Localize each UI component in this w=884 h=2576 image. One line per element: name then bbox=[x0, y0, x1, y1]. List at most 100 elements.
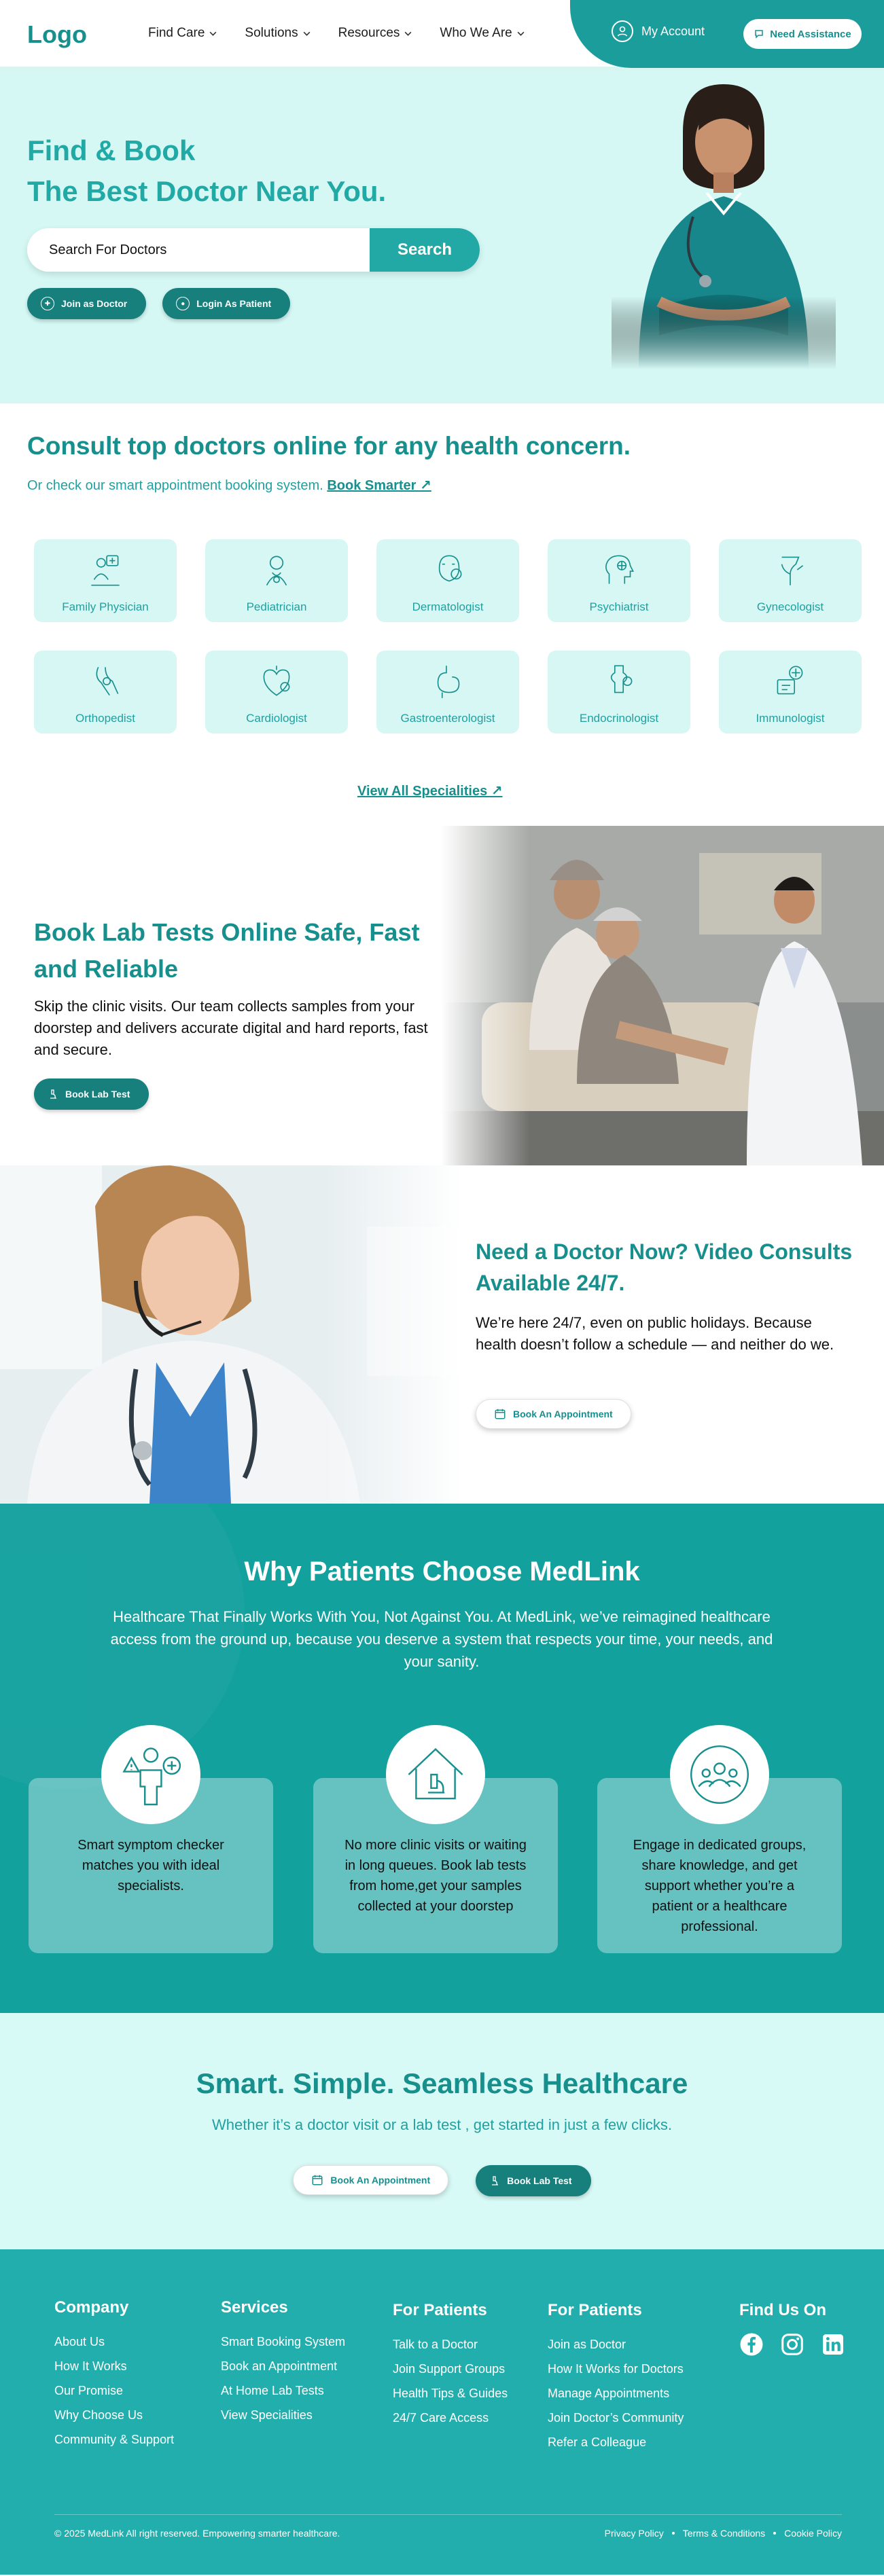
footer-link[interactable]: Talk to a Doctor bbox=[393, 2332, 508, 2357]
join-as-doctor-button[interactable]: ✚ Join as Doctor bbox=[27, 288, 147, 319]
footer-heading: For Patients bbox=[548, 2301, 642, 2319]
legal-links: Privacy Policy Terms & Conditions Cookie… bbox=[605, 2528, 842, 2539]
book-appointment-button[interactable]: Book An Appointment bbox=[476, 1399, 631, 1429]
footer-heading: Company bbox=[54, 2298, 129, 2317]
need-assistance-button[interactable]: Need Assistance bbox=[743, 19, 862, 49]
footer-link[interactable]: Join Doctor’s Community bbox=[548, 2406, 684, 2430]
footer-link[interactable]: Join as Doctor bbox=[548, 2332, 684, 2357]
nav-label: Resources bbox=[338, 26, 400, 40]
footer-link[interactable]: Our Promise bbox=[54, 2378, 174, 2403]
feature-text: No more clinic visits or waiting in long… bbox=[344, 1838, 527, 1914]
book-smarter-link[interactable]: Book Smarter ↗ bbox=[327, 478, 431, 493]
cta-title: Smart. Simple. Seamless Healthcare bbox=[196, 2067, 688, 2099]
speciality-label: Immunologist bbox=[756, 712, 825, 725]
instagram-icon[interactable] bbox=[780, 2332, 805, 2357]
specialities-title: Consult top doctors online for any healt… bbox=[27, 432, 631, 460]
copyright: © 2025 MedLink All right reserved. Empow… bbox=[54, 2528, 340, 2539]
nav-resources[interactable]: Resources bbox=[338, 26, 413, 41]
site-header: Logo Find Care Solutions Resources Who W… bbox=[0, 0, 884, 71]
speciality-card-family-physician[interactable]: Family Physician bbox=[34, 539, 177, 622]
facebook-icon[interactable] bbox=[739, 2332, 764, 2357]
footer-link[interactable]: Smart Booking System bbox=[221, 2329, 345, 2354]
terms-link[interactable]: Terms & Conditions bbox=[683, 2528, 765, 2539]
footer-link[interactable]: Community & Support bbox=[54, 2427, 174, 2452]
footer-heading: Find Us On bbox=[739, 2301, 826, 2319]
speciality-card-gynecologist[interactable]: Gynecologist bbox=[719, 539, 862, 622]
footer-link[interactable]: How It Works for Doctors bbox=[548, 2357, 684, 2381]
button-label: Book Lab Test bbox=[65, 1089, 130, 1100]
book-lab-test-button[interactable]: Book Lab Test bbox=[34, 1078, 149, 1110]
linkedin-icon[interactable] bbox=[821, 2332, 845, 2357]
nav-who-we-are[interactable]: Who We Are bbox=[440, 26, 525, 41]
footer-heading: Services bbox=[221, 2298, 288, 2317]
separator-dot bbox=[773, 2532, 777, 2535]
chevron-down-icon bbox=[517, 31, 525, 36]
speciality-card-cardiologist[interactable]: Cardiologist bbox=[205, 651, 348, 733]
button-label: Book Lab Test bbox=[507, 2175, 572, 2186]
family-physician-icon bbox=[91, 555, 120, 586]
footer-link[interactable]: Book an Appointment bbox=[221, 2354, 345, 2378]
footer-heading: For Patients bbox=[393, 2301, 487, 2319]
footer-link[interactable]: How It Works bbox=[54, 2354, 174, 2378]
my-account-link[interactable]: My Account bbox=[612, 20, 705, 42]
cta-book-appointment-button[interactable]: Book An Appointment bbox=[293, 2165, 449, 2195]
speciality-card-psychiatrist[interactable]: Psychiatrist bbox=[548, 539, 690, 622]
footer-link[interactable]: Manage Appointments bbox=[548, 2381, 684, 2406]
speciality-label: Dermatologist bbox=[412, 600, 484, 613]
user-icon bbox=[612, 20, 633, 42]
separator-dot bbox=[671, 2532, 675, 2535]
footer-link[interactable]: Join Support Groups bbox=[393, 2357, 508, 2381]
doctor-search-bar: Search bbox=[27, 228, 480, 272]
nav-label: Find Care bbox=[148, 26, 205, 40]
search-button[interactable]: Search bbox=[370, 228, 480, 272]
footer-link[interactable]: Why Choose Us bbox=[54, 2403, 174, 2427]
why-choose-section: Why Patients Choose MedLink Healthcare T… bbox=[0, 1504, 884, 2013]
cta-book-lab-test-button[interactable]: Book Lab Test bbox=[476, 2165, 591, 2196]
calendar-icon bbox=[495, 1409, 506, 1419]
speciality-card-endocrinologist[interactable]: Endocrinologist bbox=[548, 651, 690, 733]
feature-text: Engage in dedicated groups, share knowle… bbox=[633, 1838, 807, 1934]
speciality-card-gastroenterologist[interactable]: Gastroenterologist bbox=[376, 651, 519, 733]
cta-subtitle: Whether it’s a doctor visit or a lab tes… bbox=[212, 2116, 672, 2133]
doctor-icon: ✚ bbox=[41, 297, 54, 310]
view-all-specialities-link[interactable]: View All Specialities ↗ bbox=[357, 782, 503, 799]
video-button-wrap: Book An Appointment bbox=[476, 1399, 631, 1429]
nav-find-care[interactable]: Find Care bbox=[148, 26, 217, 41]
speciality-label: Family Physician bbox=[62, 600, 149, 613]
microscope-icon bbox=[492, 2176, 499, 2185]
main-nav: Find Care Solutions Resources Who We Are bbox=[148, 26, 552, 41]
cta-actions: Book An Appointment Book Lab Test bbox=[0, 2165, 884, 2196]
hero-actions: ✚ Join as Doctor ● Login As Patient bbox=[27, 288, 291, 319]
speciality-card-pediatrician[interactable]: Pediatrician bbox=[205, 539, 348, 622]
why-subtitle: Healthcare That Finally Works With You, … bbox=[110, 1608, 773, 1670]
speciality-card-immunologist[interactable]: Immunologist bbox=[719, 651, 862, 733]
speciality-card-orthopedist[interactable]: Orthopedist bbox=[34, 651, 177, 733]
cookie-policy-link[interactable]: Cookie Policy bbox=[784, 2528, 842, 2539]
dermatologist-icon bbox=[438, 555, 462, 582]
button-label: Login As Patient bbox=[196, 298, 272, 309]
footer-col-patients: For Patients Talk to a Doctor Join Suppo… bbox=[393, 2301, 508, 2430]
privacy-policy-link[interactable]: Privacy Policy bbox=[605, 2528, 664, 2539]
footer-col-social: Find Us On bbox=[739, 2301, 845, 2357]
symptom-checker-icon bbox=[101, 1725, 200, 1824]
search-input[interactable] bbox=[27, 228, 370, 272]
footer-link[interactable]: Refer a Colleague bbox=[548, 2430, 684, 2454]
footer-divider bbox=[54, 2514, 842, 2515]
home-sample-collection-image bbox=[441, 826, 884, 1165]
subtitle-text: Or check our smart appointment booking s… bbox=[27, 478, 323, 493]
button-label: Book An Appointment bbox=[513, 1409, 613, 1419]
pediatrician-icon bbox=[266, 556, 287, 586]
video-text-block: Need a Doctor Now? Video Consults Availa… bbox=[476, 1236, 856, 1356]
footer-link[interactable]: Health Tips & Guides bbox=[393, 2381, 508, 2406]
speciality-card-dermatologist[interactable]: Dermatologist bbox=[376, 539, 519, 622]
footer-link[interactable]: About Us bbox=[54, 2329, 174, 2354]
footer-link[interactable]: View Specialities bbox=[221, 2403, 345, 2427]
login-as-patient-button[interactable]: ● Login As Patient bbox=[162, 288, 291, 319]
footer-link[interactable]: At Home Lab Tests bbox=[221, 2378, 345, 2403]
social-links bbox=[739, 2332, 845, 2357]
nav-solutions[interactable]: Solutions bbox=[245, 26, 311, 41]
nav-label: Who We Are bbox=[440, 26, 512, 40]
chevron-down-icon bbox=[210, 31, 217, 36]
footer-link[interactable]: 24/7 Care Access bbox=[393, 2406, 508, 2430]
logo[interactable]: Logo bbox=[27, 20, 87, 49]
